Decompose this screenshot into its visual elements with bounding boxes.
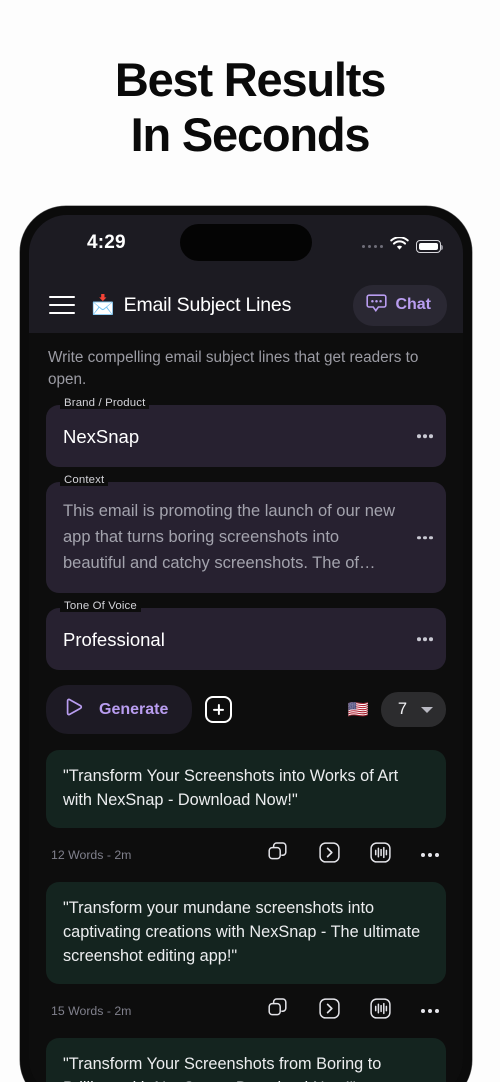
copy-icon[interactable]: [268, 842, 289, 868]
result-meta-row: 15 Words - 2m: [46, 984, 446, 1038]
generate-button-label: Generate: [99, 700, 169, 718]
result-actions: [268, 842, 439, 868]
headline-line-1: Best Results: [114, 53, 387, 106]
play-triangle-icon: [64, 696, 86, 723]
dynamic-island: [180, 224, 312, 261]
field-label-tone-of-voice: Tone Of Voice: [60, 600, 141, 613]
send-icon[interactable]: [319, 842, 340, 868]
chat-button-label: Chat: [395, 296, 431, 313]
status-bar-clock: 4:29: [87, 232, 126, 253]
audio-waveform-icon[interactable]: [370, 842, 391, 868]
plus-icon[interactable]: [205, 696, 233, 724]
app-title: Email Subject Lines: [123, 293, 292, 316]
tool-description: Write compelling email subject lines tha…: [48, 349, 419, 388]
more-options-icon[interactable]: [421, 853, 439, 858]
field-brand-product[interactable]: Brand / Product NexSnap: [46, 397, 446, 468]
field-value-tone-of-voice: Professional: [63, 628, 165, 650]
app-bar: 📩 Email Subject Lines Chat: [29, 277, 463, 333]
hamburger-menu-icon[interactable]: [49, 296, 75, 314]
generate-row-options: 🇺🇸 7: [348, 692, 446, 728]
field-value-brand-product: NexSnap: [63, 425, 140, 447]
result-card[interactable]: "Transform Your Screenshots from Boring …: [46, 1038, 446, 1082]
audio-waveform-icon[interactable]: [370, 998, 391, 1024]
status-bar: 4:29: [29, 215, 463, 277]
output-count-dropdown[interactable]: 7: [380, 692, 446, 728]
field-label-context: Context: [60, 474, 109, 487]
result-card[interactable]: "Transform your mundane screenshots into…: [46, 882, 446, 985]
phone-mockup: 4:29 📩 Email Subject Lines Chat Write co…: [20, 206, 472, 1082]
status-bar-indicators: [361, 236, 444, 256]
app-title-group: 📩 Email Subject Lines: [91, 294, 291, 317]
result-text: "Transform Your Screenshots into Works o…: [63, 767, 399, 809]
result-text: "Transform Your Screenshots from Boring …: [63, 1055, 382, 1082]
headline-line-2: In Seconds: [130, 108, 371, 162]
send-icon[interactable]: [319, 998, 340, 1024]
generate-button[interactable]: Generate: [46, 685, 193, 735]
field-tone-of-voice[interactable]: Tone Of Voice Professional: [46, 600, 446, 671]
chat-button[interactable]: Chat: [353, 284, 447, 326]
field-label-brand-product: Brand / Product: [60, 397, 150, 410]
generate-row: Generate 🇺🇸 7: [46, 685, 446, 735]
result-card[interactable]: "Transform Your Screenshots into Works o…: [46, 750, 446, 829]
more-options-icon[interactable]: [421, 1009, 439, 1014]
result-word-count: 12 Words - 2m: [51, 848, 132, 863]
result-actions: [268, 998, 439, 1024]
field-context[interactable]: Context This email is promoting the laun…: [46, 474, 446, 594]
chat-bubble-icon: [366, 293, 388, 318]
copy-icon[interactable]: [268, 998, 289, 1024]
result-text: "Transform your mundane screenshots into…: [63, 899, 421, 965]
result-meta-row: 12 Words - 2m: [46, 828, 446, 882]
output-count-value: 7: [397, 700, 407, 719]
phone-screen: 4:29 📩 Email Subject Lines Chat Write co…: [29, 215, 463, 1082]
battery-full-icon: [416, 240, 444, 253]
email-check-icon: 📩: [91, 294, 115, 316]
screenshot-root: Best Results In Seconds 4:29 📩 Email Sub…: [0, 0, 500, 1082]
more-options-icon[interactable]: [417, 637, 433, 641]
chevron-down-icon: [421, 706, 433, 713]
result-word-count: 15 Words - 2m: [51, 1004, 132, 1019]
app-content: Write compelling email subject lines tha…: [29, 333, 463, 1082]
more-options-icon[interactable]: [417, 434, 433, 439]
wifi-icon: [390, 236, 409, 256]
page-title: Best Results In Seconds: [0, 52, 500, 163]
signal-dots-icon: [361, 244, 383, 249]
language-flag-icon[interactable]: 🇺🇸: [348, 701, 369, 718]
more-options-icon[interactable]: [417, 535, 433, 540]
field-value-context: This email is promoting the launch of ou…: [63, 502, 395, 572]
